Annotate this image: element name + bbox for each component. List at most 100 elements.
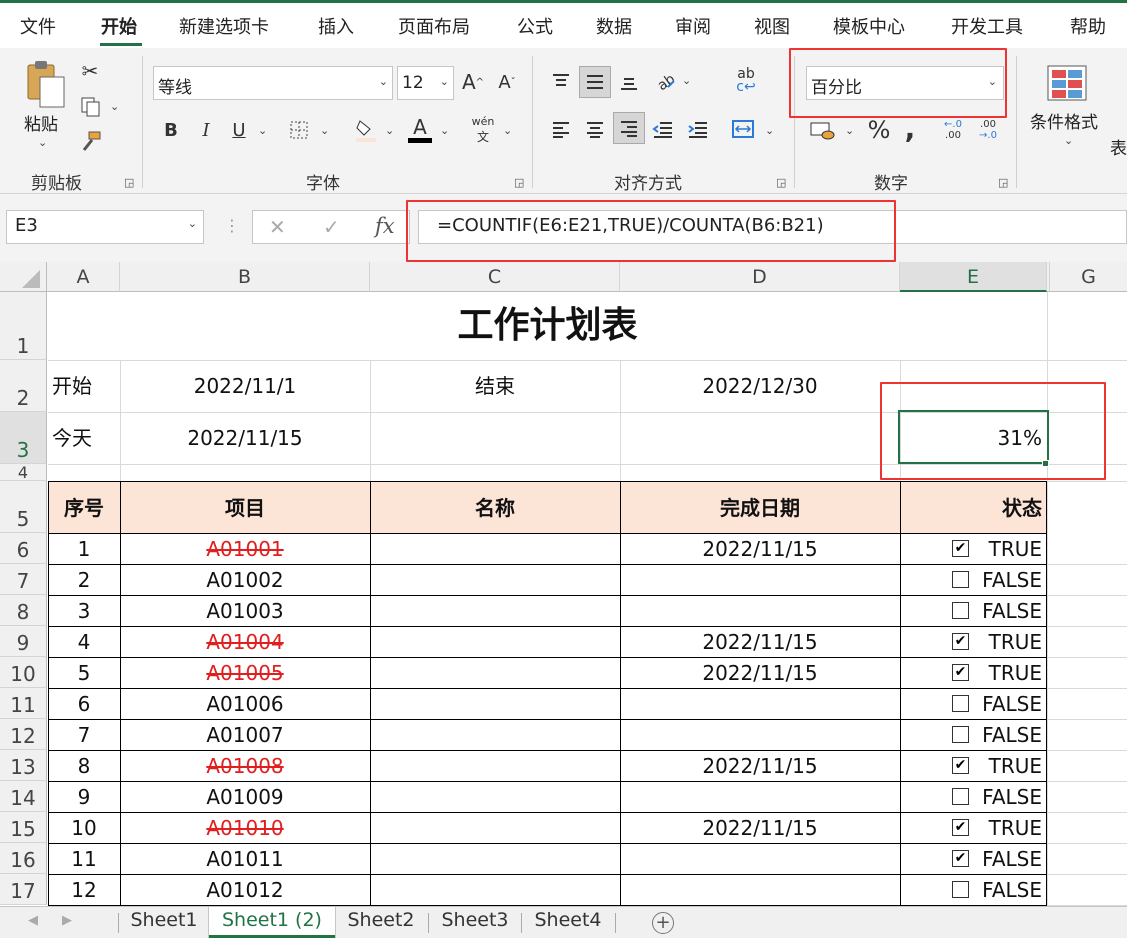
task-done-date[interactable]: 2022/11/15: [620, 663, 900, 683]
task-no[interactable]: 12: [48, 880, 120, 900]
font-size-select[interactable]: 12 ⌄: [397, 66, 454, 100]
phonetic-guide-icon[interactable]: wén 文: [470, 114, 496, 146]
column-header-b[interactable]: B: [120, 262, 370, 292]
font-name-select[interactable]: 等线 ⌄: [153, 66, 393, 100]
shrink-font-icon[interactable]: Aˇ: [494, 68, 520, 96]
tab-page-layout[interactable]: 页面布局: [398, 13, 470, 39]
header-done-date[interactable]: 完成日期: [620, 498, 900, 518]
number-format-select[interactable]: 百分比 ⌄: [806, 66, 1004, 100]
task-status[interactable]: FALSE: [900, 849, 1042, 869]
header-no[interactable]: 序号: [48, 498, 120, 518]
checkbox-checked-icon[interactable]: ✔: [952, 540, 969, 557]
chevron-down-icon[interactable]: ⌄: [440, 124, 449, 137]
add-sheet-icon[interactable]: +: [652, 912, 674, 934]
start-date[interactable]: 2022/11/1: [120, 376, 370, 396]
tab-data[interactable]: 数据: [596, 13, 632, 39]
grow-font-icon[interactable]: A ^: [460, 68, 486, 96]
checkbox-checked-icon[interactable]: ✔: [952, 664, 969, 681]
tab-file[interactable]: 文件: [20, 13, 56, 39]
checkbox-unchecked-icon[interactable]: [952, 571, 969, 588]
checkbox-checked-icon[interactable]: ✔: [952, 819, 969, 836]
align-left-icon[interactable]: [548, 116, 574, 142]
header-status[interactable]: 状态: [900, 498, 1042, 518]
tab-developer[interactable]: 开发工具: [951, 13, 1023, 39]
task-no[interactable]: 4: [48, 632, 120, 652]
tab-review[interactable]: 审阅: [675, 13, 711, 39]
percent-style-icon[interactable]: %: [866, 116, 892, 144]
row-header-16[interactable]: 16: [0, 843, 47, 874]
task-no[interactable]: 3: [48, 601, 120, 621]
insert-function-icon[interactable]: fx: [375, 214, 395, 238]
paste-label[interactable]: 粘贴: [24, 110, 58, 135]
paste-icon[interactable]: [22, 58, 70, 110]
today-label[interactable]: 今天: [52, 428, 92, 448]
task-item[interactable]: A01007: [120, 725, 370, 745]
sheet-title[interactable]: 工作计划表: [48, 308, 1047, 344]
task-no[interactable]: 9: [48, 787, 120, 807]
chevron-down-icon[interactable]: ⌄: [765, 124, 774, 137]
align-center-icon[interactable]: [582, 116, 608, 142]
row-header-8[interactable]: 8: [0, 595, 47, 626]
header-name[interactable]: 名称: [370, 498, 620, 518]
format-painter-icon[interactable]: [78, 128, 104, 154]
task-done-date[interactable]: 2022/11/15: [620, 756, 900, 776]
task-status[interactable]: TRUE: [900, 756, 1042, 776]
task-item[interactable]: A01010: [120, 818, 370, 838]
chevron-down-icon[interactable]: ⌄: [682, 74, 691, 87]
task-status[interactable]: FALSE: [900, 725, 1042, 745]
tab-new[interactable]: 新建选项卡: [179, 13, 269, 39]
task-done-date[interactable]: 2022/11/15: [620, 632, 900, 652]
row-header-11[interactable]: 11: [0, 688, 47, 719]
end-date[interactable]: 2022/12/30: [620, 376, 900, 396]
border-icon[interactable]: [287, 118, 311, 142]
scroll-left-icon[interactable]: ◀: [28, 913, 38, 928]
italic-icon[interactable]: I: [195, 116, 217, 144]
cut-icon[interactable]: ✂: [78, 58, 102, 84]
row-header-15[interactable]: 15: [0, 812, 47, 843]
task-status[interactable]: FALSE: [900, 787, 1042, 807]
wrap-text-icon[interactable]: ab c↩: [733, 66, 759, 96]
today-date[interactable]: 2022/11/15: [120, 428, 370, 448]
column-header-e[interactable]: E: [900, 262, 1047, 292]
task-item[interactable]: A01011: [120, 849, 370, 869]
task-no[interactable]: 1: [48, 539, 120, 559]
checkbox-checked-icon[interactable]: ✔: [952, 633, 969, 650]
chevron-down-icon[interactable]: ⌄: [258, 124, 267, 137]
task-status[interactable]: TRUE: [900, 663, 1042, 683]
header-item[interactable]: 项目: [120, 498, 370, 518]
sheet-tab-2[interactable]: Sheet1 (2): [209, 907, 335, 938]
row-header-2[interactable]: 2: [0, 360, 47, 412]
name-box[interactable]: E3 ⌄: [6, 210, 204, 244]
row-header-5[interactable]: 5: [0, 481, 47, 533]
format-as-table-label[interactable]: 表: [1110, 134, 1127, 159]
row-header-10[interactable]: 10: [0, 657, 47, 688]
decrease-indent-icon[interactable]: [650, 116, 676, 142]
align-bottom-icon[interactable]: [616, 70, 642, 96]
clipboard-launcher-icon[interactable]: ◲: [124, 176, 134, 189]
bold-icon[interactable]: B: [160, 116, 182, 144]
row-header-12[interactable]: 12: [0, 719, 47, 750]
scroll-right-icon[interactable]: ▶: [62, 913, 72, 928]
conditional-format-label[interactable]: 条件格式: [1030, 108, 1098, 133]
task-no[interactable]: 8: [48, 756, 120, 776]
checkbox-unchecked-icon[interactable]: [952, 788, 969, 805]
row-header-17[interactable]: 17: [0, 874, 47, 905]
task-item[interactable]: A01005: [120, 663, 370, 683]
copy-icon[interactable]: [76, 94, 106, 120]
decrease-decimal-icon[interactable]: .00 →.0: [974, 116, 1002, 144]
task-item[interactable]: A01012: [120, 880, 370, 900]
column-header-d[interactable]: D: [620, 262, 900, 292]
task-item[interactable]: A01009: [120, 787, 370, 807]
task-status[interactable]: FALSE: [900, 601, 1042, 621]
chevron-down-icon[interactable]: ⌄: [1064, 134, 1073, 147]
task-item[interactable]: A01004: [120, 632, 370, 652]
align-middle-icon[interactable]: [579, 66, 611, 98]
fill-color-icon[interactable]: [353, 116, 379, 144]
row-header-14[interactable]: 14: [0, 781, 47, 812]
increase-indent-icon[interactable]: [685, 116, 711, 142]
checkbox-unchecked-icon[interactable]: [952, 726, 969, 743]
conditional-format-icon[interactable]: [1044, 62, 1090, 104]
row-header-7[interactable]: 7: [0, 564, 47, 595]
checkbox-checked-icon[interactable]: ✔: [952, 757, 969, 774]
row-header-3[interactable]: 3: [0, 412, 47, 464]
